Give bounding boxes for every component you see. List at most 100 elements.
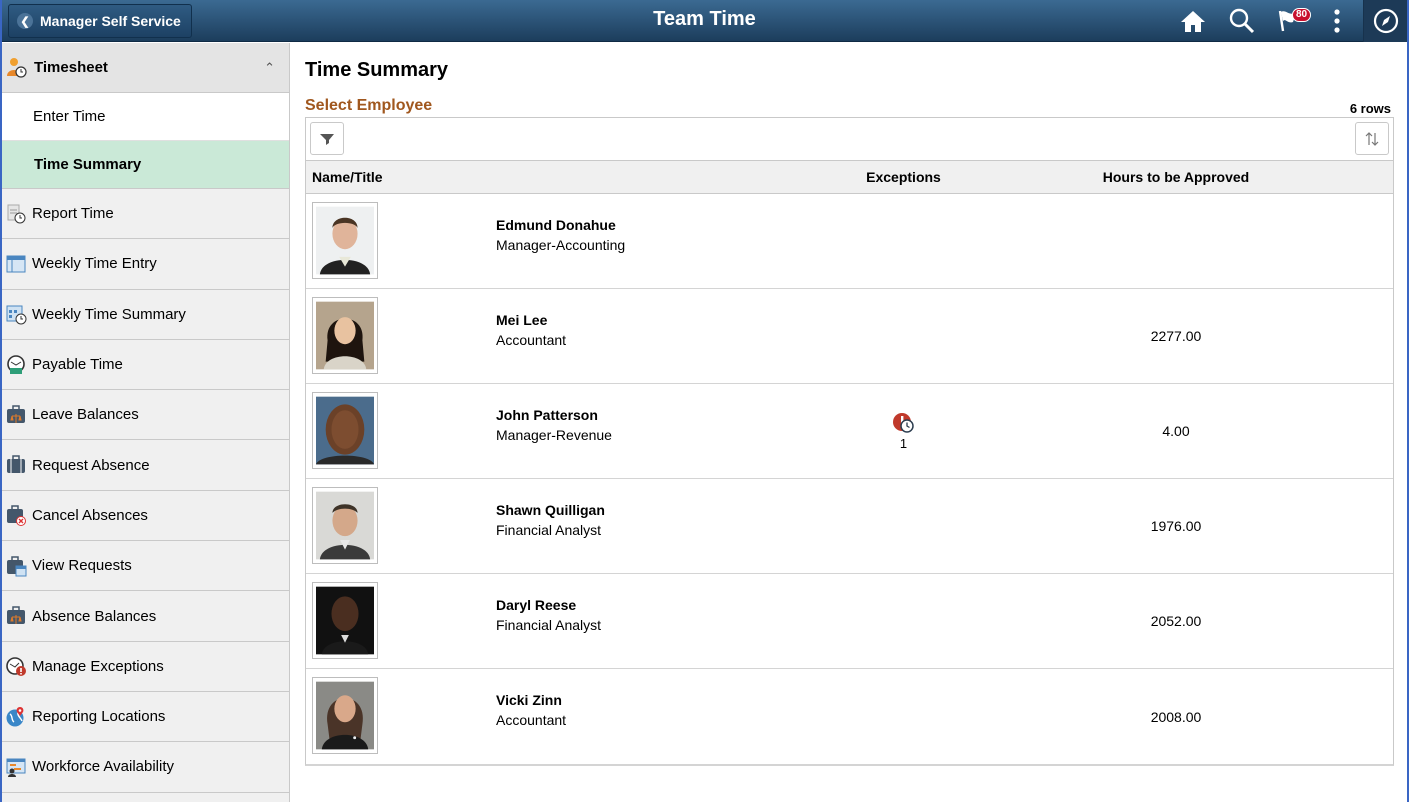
exception-count[interactable]: 1 xyxy=(900,436,907,451)
actions-menu-icon xyxy=(1334,9,1340,33)
employee-name: Vicki Zinn xyxy=(496,692,562,708)
briefcase-calendar-icon xyxy=(5,555,27,577)
report-time-icon xyxy=(5,203,27,225)
sidebar-item-request-absence[interactable]: Request Absence xyxy=(2,440,289,491)
sidebar-item-label: Enter Time xyxy=(33,108,106,125)
sidebar-item-label: View Requests xyxy=(32,557,132,575)
sort-icon xyxy=(1365,131,1379,146)
table-row[interactable]: Vicki Zinn Accountant 2008.00 xyxy=(306,669,1393,764)
employee-photo xyxy=(312,392,378,469)
workforce-availability-icon xyxy=(5,756,27,778)
employee-name: John Patterson xyxy=(496,407,598,423)
table-row[interactable]: John Patterson Manager-Revenue 1 4.00 xyxy=(306,384,1393,479)
sort-button[interactable] xyxy=(1355,122,1389,155)
sidebar-item-label: Request Absence xyxy=(32,456,150,474)
employee-title: Manager-Accounting xyxy=(496,237,626,253)
main-content: Time Summary Select Employee 6 rows Name… xyxy=(291,43,1407,802)
employee-name: Mei Lee xyxy=(496,312,548,328)
employee-info: Shawn Quilligan Financial Analyst xyxy=(496,500,605,540)
employee-grid: Name/Title Exceptions Hours to be Approv… xyxy=(305,117,1394,766)
sidebar-item-label: Time Summary xyxy=(34,156,142,173)
back-button[interactable]: ❮ Manager Self Service xyxy=(8,4,192,38)
column-header-name[interactable]: Name/Title xyxy=(306,169,796,185)
employee-info: Mei Lee Accountant xyxy=(496,310,566,350)
sidebar-item-label: Weekly Time Summary xyxy=(32,305,186,323)
employee-title: Accountant xyxy=(496,332,567,348)
employee-photo xyxy=(312,297,378,374)
timesheet-person-clock-icon xyxy=(7,57,27,78)
leave-balances-briefcase-icon xyxy=(5,404,27,426)
section-title: Select Employee xyxy=(305,97,433,114)
hours-to-approve: 1976.00 xyxy=(1150,518,1202,534)
column-header-exceptions[interactable]: Exceptions xyxy=(796,169,1011,185)
home-button[interactable] xyxy=(1178,7,1208,35)
navbar-button[interactable] xyxy=(1363,0,1407,42)
row-count: 6 rows xyxy=(1349,101,1391,116)
sidebar-item-leave-balances[interactable]: Leave Balances xyxy=(2,390,289,441)
sidebar-item-manage-exceptions[interactable]: Manage Exceptions xyxy=(2,642,289,692)
sidebar-item-reporting-locations[interactable]: Reporting Locations xyxy=(2,692,289,743)
table-row[interactable]: Daryl Reese Financial Analyst 2052.00 xyxy=(306,574,1393,669)
absence-balances-briefcase-icon xyxy=(5,605,27,627)
sidebar-item-label: Workforce Availability xyxy=(32,758,175,776)
employee-photo xyxy=(312,582,378,659)
employee-name: Edmund Donahue xyxy=(496,217,616,233)
sidebar-item-cancel-absences[interactable]: Cancel Absences xyxy=(2,491,289,542)
filter-button[interactable] xyxy=(310,122,344,155)
sidebar-item-time-summary[interactable]: Time Summary xyxy=(2,141,289,189)
table-row[interactable]: Mei Lee Accountant 2277.00 xyxy=(306,289,1393,384)
sidebar-item-view-requests[interactable]: View Requests xyxy=(2,541,289,592)
payable-time-clock-icon xyxy=(5,354,27,376)
hours-to-approve: 2277.00 xyxy=(1150,328,1202,344)
exceptions-cell[interactable]: 1 xyxy=(796,384,1011,478)
search-button[interactable] xyxy=(1227,7,1257,35)
table-row[interactable]: Shawn Quilligan Financial Analyst 1976.0… xyxy=(306,479,1393,574)
employee-photo xyxy=(312,677,378,754)
employee-info: Daryl Reese Financial Analyst xyxy=(496,595,601,635)
exception-alert-clock-icon xyxy=(892,412,914,433)
sidebar-item-absence-balances[interactable]: Absence Balances xyxy=(2,591,289,642)
sidebar-group-label: Timesheet xyxy=(34,59,108,76)
notifications-button[interactable]: 80 xyxy=(1278,7,1318,35)
clock-exception-icon xyxy=(5,655,27,677)
employee-name: Daryl Reese xyxy=(496,597,577,613)
sidebar-item-label: Reporting Locations xyxy=(32,708,166,726)
sidebar-group-timesheet[interactable]: Timesheet ⌃ xyxy=(2,43,289,93)
search-icon xyxy=(1229,8,1255,34)
hours-to-approve: 2052.00 xyxy=(1150,613,1202,629)
sidebar-item-label: Report Time xyxy=(32,205,114,223)
sidebar-item-payable-time[interactable]: Payable Time xyxy=(2,340,289,391)
column-header-hours[interactable]: Hours to be Approved xyxy=(1011,169,1341,185)
sidebar-item-weekly-time-summary[interactable]: Weekly Time Summary xyxy=(2,290,289,340)
sidebar-item-report-time[interactable]: Report Time xyxy=(2,189,289,240)
employee-title: Accountant xyxy=(496,712,567,728)
briefcase-icon xyxy=(5,454,27,476)
sidebar-item-label: Absence Balances xyxy=(32,607,157,625)
briefcase-cancel-icon xyxy=(5,504,27,527)
page-title: Time Summary xyxy=(305,59,449,81)
hours-to-approve: 2008.00 xyxy=(1150,708,1202,725)
sidebar-item-enter-time[interactable]: Enter Time xyxy=(2,93,289,141)
table-row[interactable]: Edmund Donahue Manager-Accounting xyxy=(306,194,1393,289)
actions-menu-button[interactable] xyxy=(1325,7,1349,35)
back-label: Manager Self Service xyxy=(40,13,181,29)
sidebar-item-workforce-availability[interactable]: Workforce Availability xyxy=(2,742,289,793)
employee-title: Financial Analyst xyxy=(496,617,602,633)
sidebar-item-label: Cancel Absences xyxy=(32,506,148,524)
grid-toolbar xyxy=(306,118,1393,161)
home-icon xyxy=(1181,11,1205,32)
chevron-up-icon[interactable]: ⌃ xyxy=(264,60,275,76)
weekly-entry-icon xyxy=(5,253,27,275)
employee-name: Shawn Quilligan xyxy=(496,502,605,518)
filter-icon xyxy=(320,133,334,145)
left-panel-navigation: Timesheet ⌃ Enter Time Time Summary Repo… xyxy=(2,43,290,802)
employee-photo xyxy=(312,202,378,279)
app-window: ❮ Manager Self Service Team Time 80 Time xyxy=(0,0,1409,802)
employee-title: Manager-Revenue xyxy=(496,427,612,443)
employee-info: Vicki Zinn Accountant xyxy=(496,690,566,730)
employee-title: Financial Analyst xyxy=(496,522,602,538)
sidebar-item-weekly-time-entry[interactable]: Weekly Time Entry xyxy=(2,239,289,290)
sidebar-item-label: Leave Balances xyxy=(32,406,139,424)
weekly-summary-calendar-icon xyxy=(5,303,27,325)
sidebar-item-label: Weekly Time Entry xyxy=(32,255,157,273)
